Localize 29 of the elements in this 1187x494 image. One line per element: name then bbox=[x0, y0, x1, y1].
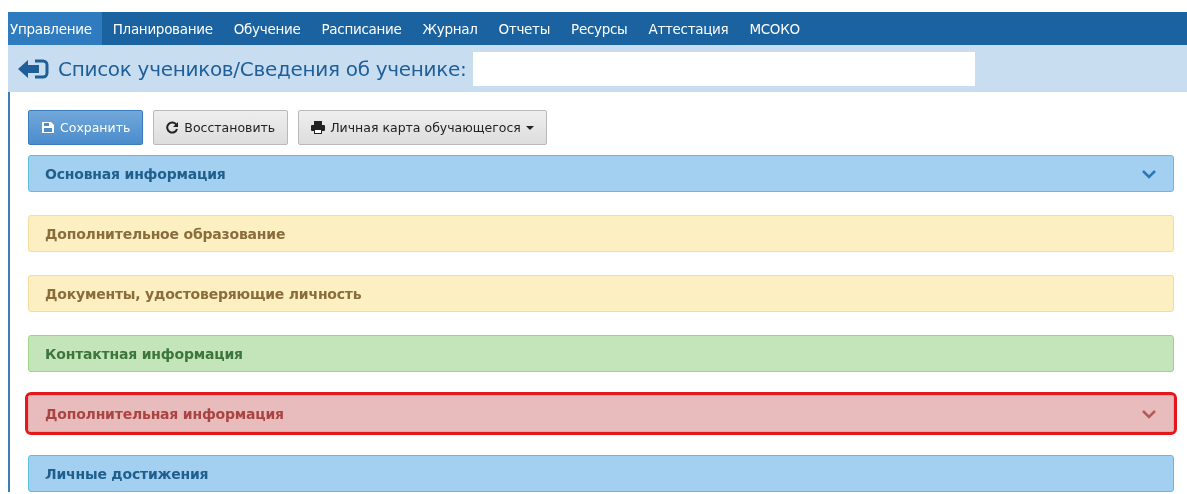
printer-icon bbox=[311, 121, 326, 134]
menu-tab[interactable]: Отчеты bbox=[488, 12, 561, 45]
section-title: Основная информация bbox=[45, 165, 226, 182]
section-title: Документы, удостоверяющие личность bbox=[45, 285, 362, 302]
section-header[interactable]: Дополнительное образование bbox=[28, 215, 1174, 252]
student-name-field[interactable] bbox=[472, 51, 975, 86]
section-header[interactable]: Контактная информация bbox=[28, 335, 1174, 372]
section-header[interactable]: Документы, удостоверяющие личность bbox=[28, 275, 1174, 312]
menu-tab[interactable]: Планирование bbox=[102, 12, 224, 45]
section-title: Контактная информация bbox=[45, 345, 243, 362]
section-title: Дополнительная информация bbox=[45, 405, 284, 422]
menu-tab[interactable]: Аттестация bbox=[637, 12, 739, 45]
save-icon bbox=[41, 121, 55, 134]
menu-tab[interactable]: Расписание bbox=[310, 12, 412, 45]
menu-tab[interactable]: Управление bbox=[8, 12, 103, 45]
page-title: Список учеников/Сведения об ученике: bbox=[58, 56, 467, 81]
menu-tab[interactable]: Ресурсы bbox=[560, 12, 638, 45]
menu-tab[interactable]: Журнал bbox=[412, 12, 489, 45]
restore-button[interactable]: Восстановить bbox=[153, 110, 289, 145]
print-card-button[interactable]: Личная карта обучающегося bbox=[298, 110, 547, 145]
section-header[interactable]: Основная информация bbox=[28, 155, 1174, 192]
menu-tab[interactable]: МСОКО bbox=[738, 12, 811, 45]
section-title: Дополнительное образование bbox=[45, 225, 286, 242]
menu-tab[interactable]: Обучение bbox=[223, 12, 311, 45]
section-header[interactable]: Дополнительная информация bbox=[28, 395, 1174, 432]
section-header[interactable]: Личные достижения bbox=[28, 455, 1174, 492]
section-title: Личные достижения bbox=[45, 465, 209, 482]
caret-icon bbox=[525, 125, 534, 130]
refresh-icon bbox=[166, 121, 180, 134]
